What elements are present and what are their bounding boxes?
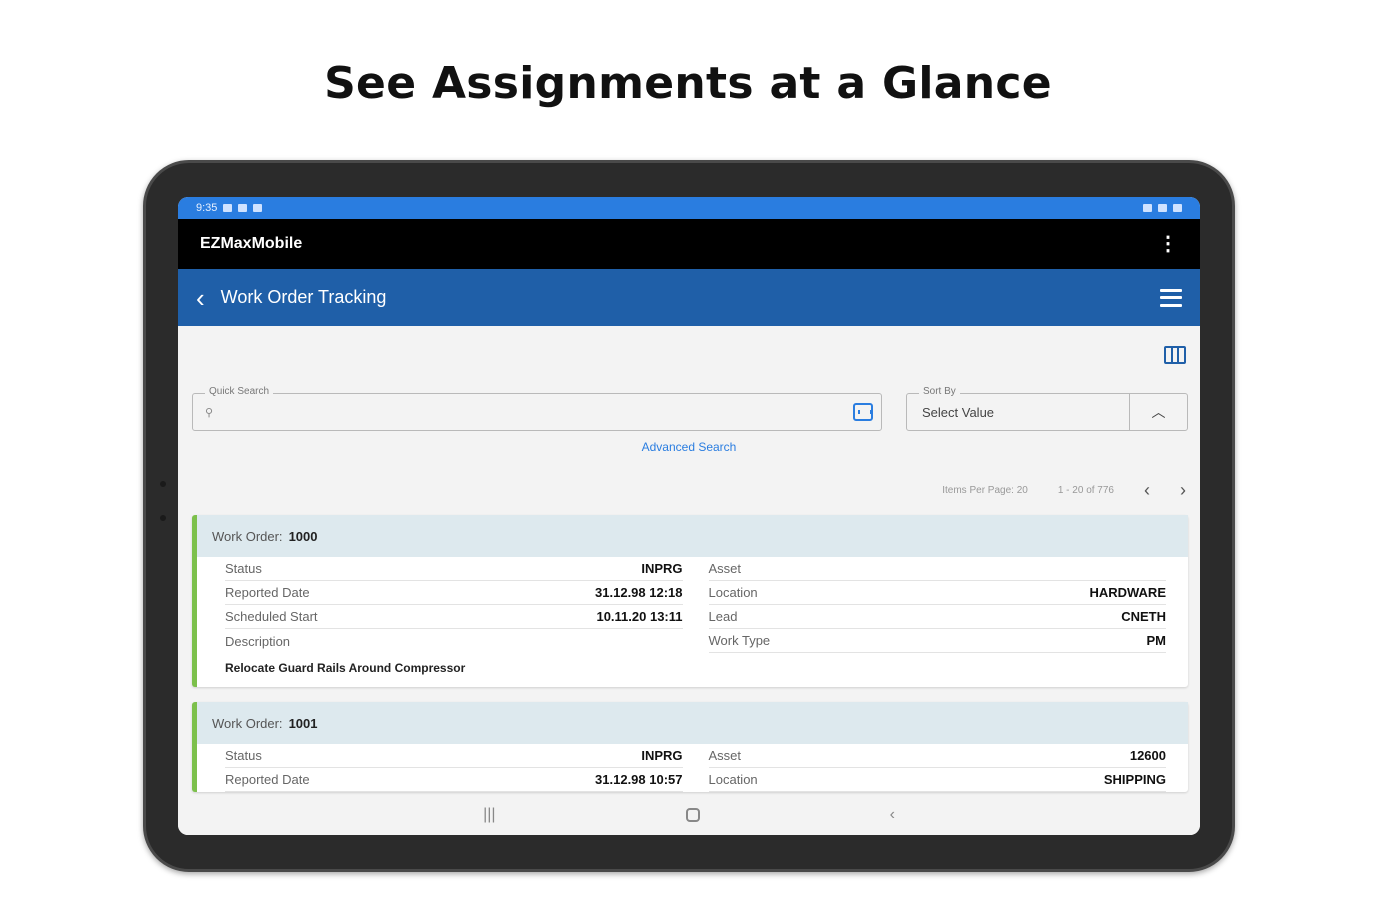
field-label: Work Type xyxy=(708,633,771,648)
work-order-description: Relocate Guard Rails Around Compressor xyxy=(225,661,466,675)
field-label: Lead xyxy=(708,609,738,624)
main-content: Quick Search ⚲ Sort By Select Value ︿ Ad… xyxy=(178,326,1200,792)
page-title: Work Order Tracking xyxy=(220,287,387,307)
nav-bar: ‹ Work Order Tracking xyxy=(178,269,1200,326)
next-page-icon[interactable]: › xyxy=(1180,480,1186,501)
overflow-menu-icon[interactable]: ⋮ xyxy=(1158,234,1178,254)
home-icon[interactable] xyxy=(685,808,700,822)
field-label: Description xyxy=(225,633,291,649)
chevron-up-icon[interactable]: ︿ xyxy=(1129,394,1187,430)
app-title: EZMaxMobile xyxy=(200,235,303,252)
work-order-number: 1000 xyxy=(288,528,318,544)
work-order-label: Work Order: xyxy=(212,528,283,544)
headline: See Assignments at a Glance xyxy=(324,58,1052,109)
sort-by-select[interactable]: Sort By Select Value ︿ xyxy=(906,386,1188,431)
gallery-icon xyxy=(253,204,263,212)
location-value: SHIPPING xyxy=(1103,772,1166,787)
status-bar: 9:35 xyxy=(178,197,1200,219)
map-icon[interactable] xyxy=(1164,346,1186,364)
system-nav-bar: ||| ‹ xyxy=(178,795,1200,835)
lead-value: CNETH xyxy=(1121,609,1166,624)
sensor-dot xyxy=(160,515,166,521)
work-order-header: Work Order: 1000 xyxy=(197,515,1188,557)
sort-by-value: Select Value xyxy=(922,405,995,420)
field-label: Scheduled Start xyxy=(225,609,318,624)
media-icon xyxy=(238,204,248,212)
search-icon: ⚲ xyxy=(205,407,214,419)
work-order-card[interactable]: Work Order: 1001 Status INPRG Reported Da… xyxy=(192,702,1188,792)
status-value: INPRG xyxy=(641,561,683,576)
field-label: Asset xyxy=(708,561,742,576)
pagination: Items Per Page: 20 1 - 20 of 776 ‹ › xyxy=(942,480,1186,501)
field-label: Location xyxy=(708,772,758,787)
field-label: Status xyxy=(225,561,262,576)
page-range: 1 - 20 of 776 xyxy=(1057,485,1114,496)
reported-date-value: 31.12.98 10:57 xyxy=(595,772,683,787)
field-label: Reported Date xyxy=(225,772,310,787)
recent-apps-icon[interactable]: ||| xyxy=(483,806,495,824)
camera-dot xyxy=(160,481,166,487)
back-nav-icon[interactable]: ‹ xyxy=(890,806,895,824)
work-order-header: Work Order: 1001 xyxy=(197,702,1188,744)
wifi-icon xyxy=(1143,204,1152,212)
battery-icon xyxy=(1173,204,1182,212)
field-label: Reported Date xyxy=(225,585,310,600)
field-label: Asset xyxy=(708,748,742,763)
advanced-search-link[interactable]: Advanced Search xyxy=(178,440,1200,454)
notification-icon xyxy=(223,204,233,212)
location-value: HARDWARE xyxy=(1089,585,1166,600)
screen: 9:35 EZMaxMobile ⋮ ‹ Work Order Tracking xyxy=(178,197,1200,835)
app-bar: EZMaxMobile ⋮ xyxy=(178,219,1200,269)
work-type-value: PM xyxy=(1146,633,1167,648)
tablet-frame: 9:35 EZMaxMobile ⋮ ‹ Work Order Tracking xyxy=(143,160,1235,872)
prev-page-icon[interactable]: ‹ xyxy=(1144,480,1150,501)
quick-search-input[interactable]: Quick Search ⚲ xyxy=(192,386,882,431)
status-value: INPRG xyxy=(641,748,683,763)
work-order-card[interactable]: Work Order: 1000 Status INPRG Reported Da… xyxy=(192,515,1188,687)
asset-value: 12600 xyxy=(1129,748,1166,763)
field-label: Location xyxy=(708,585,758,600)
items-per-page[interactable]: Items Per Page: 20 xyxy=(942,485,1028,496)
sort-by-label: Sort By xyxy=(919,386,960,397)
quick-search-label: Quick Search xyxy=(205,386,274,397)
clock: 9:35 xyxy=(196,202,218,214)
reported-date-value: 31.12.98 12:18 xyxy=(595,585,683,600)
work-order-label: Work Order: xyxy=(212,715,283,731)
back-icon[interactable]: ‹ xyxy=(196,285,205,311)
field-label: Status xyxy=(225,748,262,763)
signal-icon xyxy=(1158,204,1167,212)
scheduled-start-value: 10.11.20 13:11 xyxy=(596,609,683,624)
work-order-number: 1001 xyxy=(288,715,318,731)
hamburger-menu-icon[interactable] xyxy=(1160,288,1182,307)
barcode-scan-icon[interactable] xyxy=(853,403,873,421)
